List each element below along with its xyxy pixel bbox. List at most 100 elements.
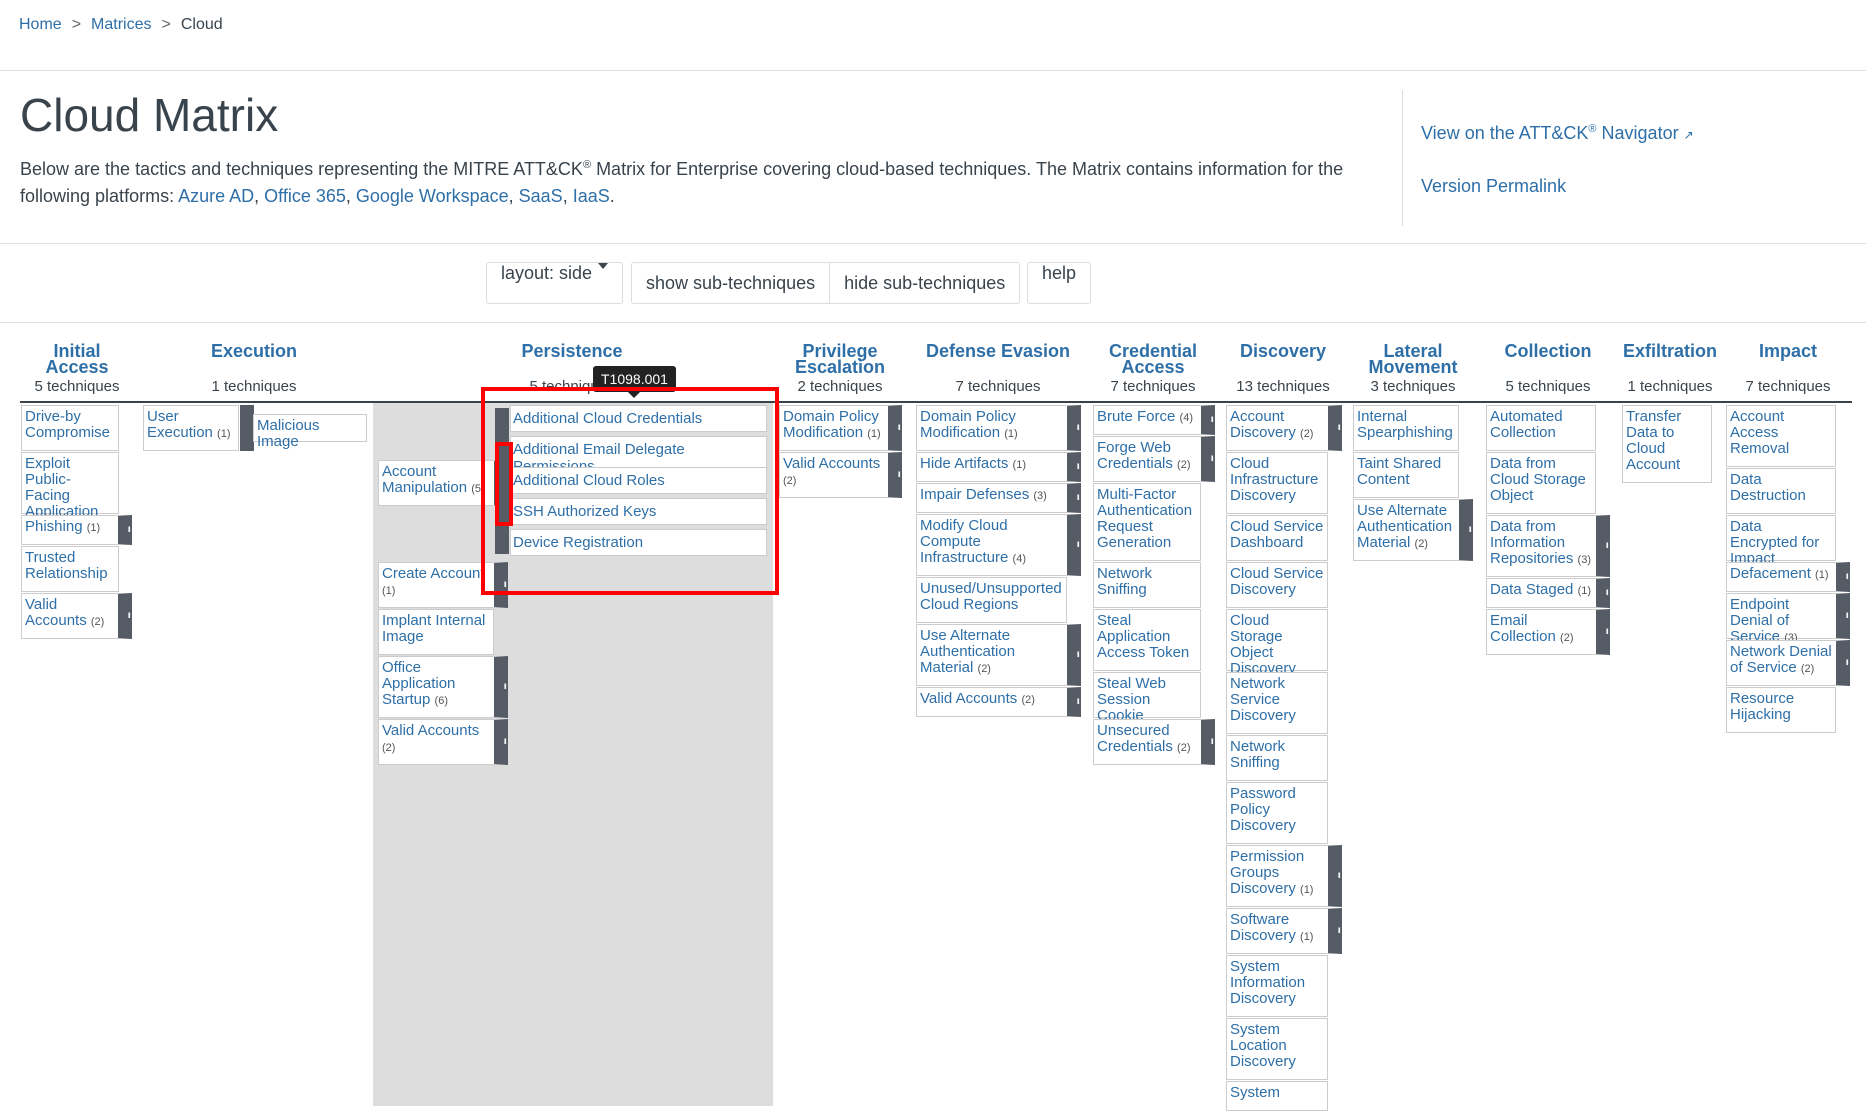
subtechnique-count: (1) xyxy=(1577,585,1592,597)
technique-cell[interactable]: Cloud Storage Object Discovery xyxy=(1226,609,1328,677)
tactic-defense-evasion[interactable]: Defense Evasion xyxy=(918,342,1078,360)
tactic-execution[interactable]: Execution xyxy=(196,342,312,360)
technique-cell[interactable]: Valid Accounts (2) xyxy=(378,719,508,765)
subtechnique-count: (2) xyxy=(1177,742,1191,754)
navigator-link[interactable]: View on the ATT&CK® Navigator ↗ xyxy=(1421,123,1694,144)
technique-cell[interactable]: Valid Accounts (2) xyxy=(779,452,902,498)
breadcrumb-current: Cloud xyxy=(180,16,223,33)
technique-cell[interactable]: Steal Web Session Cookie xyxy=(1093,672,1201,724)
technique-cell[interactable]: Domain Policy Modification (1) xyxy=(779,405,902,451)
technique-cell[interactable]: Data Staged (1) xyxy=(1486,578,1610,608)
version-permalink[interactable]: Version Permalink xyxy=(1421,176,1694,197)
technique-cell[interactable]: Data Encrypted for Impact xyxy=(1726,515,1836,567)
subtechnique-count: (1) xyxy=(382,585,396,597)
tactic-persistence[interactable]: Persistence xyxy=(502,342,642,360)
tactic-privilege-escalation[interactable]: Privilege Escalation xyxy=(780,342,900,376)
technique-cell[interactable]: Network Denial of Service (2) xyxy=(1726,640,1850,686)
technique-cell[interactable]: Resource Hijacking xyxy=(1726,687,1836,733)
technique-cell[interactable]: Drive-by Compromise xyxy=(21,405,119,451)
breadcrumb-matrices-link[interactable]: Matrices xyxy=(91,16,151,33)
technique-label: Hide Artifacts xyxy=(920,455,1009,472)
technique-cell[interactable]: Automated Collection xyxy=(1486,405,1596,451)
technique-label: Valid Accounts xyxy=(382,722,480,739)
page-title: Cloud Matrix xyxy=(20,89,279,141)
technique-label: User Execution xyxy=(147,408,213,441)
technique-cell[interactable]: Permission Groups Discovery (1) xyxy=(1226,845,1342,907)
tactic-count: 1 techniques xyxy=(211,378,297,395)
technique-cell[interactable]: Internal Spearphishing xyxy=(1353,405,1459,451)
technique-cell[interactable]: Valid Accounts (2) xyxy=(916,687,1081,717)
technique-cell[interactable]: Cloud Service Dashboard xyxy=(1226,515,1328,561)
technique-cell[interactable]: Unsecured Credentials (2) xyxy=(1093,719,1215,765)
technique-cell[interactable]: Impair Defenses (3) xyxy=(916,483,1081,513)
technique-cell[interactable]: Hide Artifacts (1) xyxy=(916,452,1081,482)
technique-cell[interactable]: Steal Application Access Token xyxy=(1093,609,1201,671)
show-subtechniques-button[interactable]: show sub-techniques xyxy=(631,262,831,304)
tactic-credential-access[interactable]: Credential Access xyxy=(1093,342,1213,376)
technique-label: Use Alternate Authentication Material xyxy=(920,627,1016,676)
technique-cell[interactable]: Data from Cloud Storage Object xyxy=(1486,452,1596,514)
technique-cell[interactable]: Password Policy Discovery xyxy=(1226,782,1328,844)
technique-cell[interactable]: Forge Web Credentials (2) xyxy=(1093,436,1215,482)
tactic-collection[interactable]: Collection xyxy=(1486,342,1610,360)
technique-cell[interactable]: System xyxy=(1226,1081,1328,1111)
subtechnique-count: (1) xyxy=(217,428,231,440)
technique-cell[interactable]: Phishing (1) xyxy=(21,515,132,545)
subtechnique-cell[interactable]: Malicious Image xyxy=(253,414,367,450)
platform-link-saas[interactable]: SaaS xyxy=(519,186,563,206)
technique-cell[interactable]: Exploit Public-Facing Application xyxy=(21,452,119,520)
platform-link-google-workspace[interactable]: Google Workspace xyxy=(356,186,509,206)
technique-cell[interactable]: User Execution (1) xyxy=(143,405,239,451)
technique-cell[interactable]: Cloud Service Discovery xyxy=(1226,562,1328,608)
technique-cell[interactable]: Network Sniffing xyxy=(1093,562,1201,608)
technique-cell[interactable]: Network Service Discovery xyxy=(1226,672,1328,734)
hide-subtechniques-button[interactable]: hide sub-techniques xyxy=(830,262,1021,304)
technique-cell[interactable]: System Location Discovery xyxy=(1226,1018,1328,1080)
tactic-count: 7 techniques xyxy=(955,378,1041,395)
technique-cell[interactable]: Brute Force (4) xyxy=(1093,405,1215,435)
tactic-lateral-movement[interactable]: Lateral Movement xyxy=(1358,342,1468,376)
technique-cell[interactable]: Modify Cloud Compute Infrastructure (4) xyxy=(916,514,1081,576)
breadcrumb-home-link[interactable]: Home xyxy=(19,16,62,33)
tactic-discovery[interactable]: Discovery xyxy=(1228,342,1338,360)
technique-cell[interactable]: Implant Internal Image xyxy=(378,609,494,655)
highlight-box-small xyxy=(495,442,513,526)
tactic-count: 5 techniques xyxy=(1505,378,1591,395)
technique-cell[interactable]: Trusted Relationship xyxy=(21,546,119,592)
platform-link-iaas[interactable]: IaaS xyxy=(573,186,610,206)
tactic-exfiltration[interactable]: Exfiltration xyxy=(1622,342,1718,360)
technique-cell[interactable]: Unused/Unsupported Cloud Regions xyxy=(916,577,1067,623)
help-button[interactable]: help xyxy=(1027,262,1092,304)
tactic-initial-access[interactable]: Initial Access xyxy=(24,342,130,376)
subtechnique-count: (1) xyxy=(1815,569,1829,581)
subtechnique-count: (2) xyxy=(783,475,797,487)
subtechnique-count: (3) xyxy=(1033,490,1047,502)
technique-cell[interactable]: Office Application Startup (6) xyxy=(378,656,508,718)
technique-cell[interactable]: System Information Discovery xyxy=(1226,955,1328,1017)
technique-label: Permission Groups Discovery xyxy=(1230,848,1305,897)
layout-dropdown-button[interactable]: layout: side xyxy=(486,262,624,304)
technique-cell[interactable]: Use Alternate Authentication Material (2… xyxy=(916,624,1081,686)
technique-cell[interactable]: Cloud Infrastructure Discovery xyxy=(1226,452,1328,514)
registered-mark: ® xyxy=(1588,123,1597,135)
technique-cell[interactable]: Network Sniffing xyxy=(1226,735,1328,781)
technique-cell[interactable]: Account Discovery (2) xyxy=(1226,405,1342,451)
technique-cell[interactable]: Domain Policy Modification (1) xyxy=(916,405,1081,451)
platform-link-office-365[interactable]: Office 365 xyxy=(264,186,346,206)
technique-cell[interactable]: Taint Shared Content xyxy=(1353,452,1459,498)
technique-cell[interactable]: Multi-Factor Authentication Request Gene… xyxy=(1093,483,1201,561)
technique-cell[interactable]: Data from Information Repositories (3) xyxy=(1486,515,1610,577)
technique-cell[interactable]: Endpoint Denial of Service (3) xyxy=(1726,593,1850,645)
technique-cell[interactable]: Valid Accounts (2) xyxy=(21,593,132,639)
tactic-impact[interactable]: Impact xyxy=(1730,342,1846,360)
technique-cell[interactable]: Defacement (1) xyxy=(1726,562,1850,592)
technique-cell[interactable]: Email Collection (2) xyxy=(1486,609,1610,655)
platform-link-azure-ad[interactable]: Azure AD xyxy=(178,186,254,206)
technique-cell[interactable]: Software Discovery (1) xyxy=(1226,908,1342,954)
technique-cell[interactable]: Transfer Data to Cloud Account xyxy=(1622,405,1712,483)
technique-cell[interactable]: Account Access Removal xyxy=(1726,405,1836,467)
technique-cell[interactable]: Data Destruction xyxy=(1726,468,1836,514)
subtechnique-count: (2) xyxy=(1560,632,1574,644)
subtechnique-toggle[interactable] xyxy=(240,405,254,451)
technique-cell[interactable]: Use Alternate Authentication Material (2… xyxy=(1353,499,1473,561)
